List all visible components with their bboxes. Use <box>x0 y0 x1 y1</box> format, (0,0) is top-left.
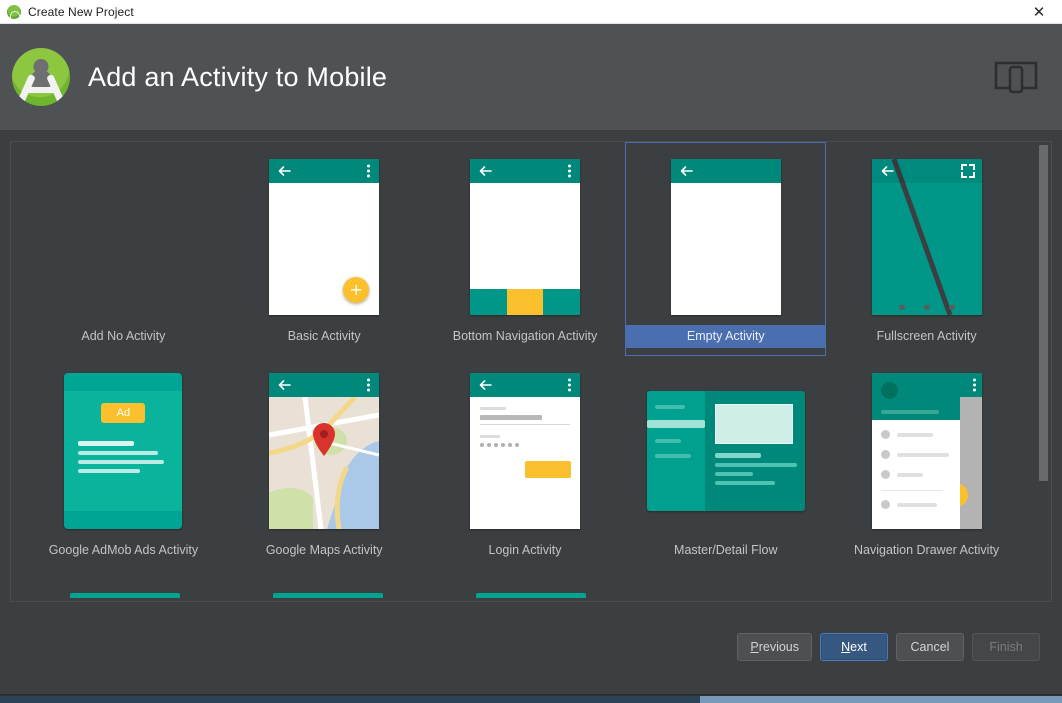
template-label: Fullscreen Activity <box>876 329 977 343</box>
window-title-bar: Create New Project ✕ <box>0 0 1062 24</box>
template-add-no-activity[interactable]: Add No Activity <box>23 142 224 356</box>
template-navigation-drawer-activity[interactable]: Navigation Drawer Activity <box>826 356 1027 570</box>
template-bottom-navigation-activity[interactable]: Bottom Navigation Activity <box>425 142 626 356</box>
horizontal-scrollbar[interactable] <box>0 694 1062 703</box>
window-title: Create New Project <box>28 4 134 19</box>
back-arrow-icon <box>278 166 291 176</box>
back-arrow-icon <box>881 166 894 176</box>
email-field-value <box>479 415 542 420</box>
android-studio-logo <box>12 48 70 106</box>
dialog-body: Add No Activity + Basic Activity Bottom … <box>0 131 1062 703</box>
previous-button[interactable]: Previous <box>737 633 812 661</box>
overflow-menu-icon <box>367 378 371 392</box>
thumbnail-empty <box>626 149 825 325</box>
template-label: Basic Activity <box>287 329 361 343</box>
detail-text-lines <box>714 453 797 490</box>
template-empty-activity[interactable]: Empty Activity <box>625 142 827 356</box>
master-list-pane <box>646 391 705 511</box>
close-icon[interactable]: ✕ <box>1016 0 1062 24</box>
android-studio-icon <box>7 4 21 19</box>
thumbnail-maps <box>225 363 424 539</box>
template-grid: Add No Activity + Basic Activity Bottom … <box>11 142 1039 570</box>
ad-badge: Ad <box>101 403 146 423</box>
template-label: Navigation Drawer Activity <box>853 543 1000 557</box>
template-gallery[interactable]: Add No Activity + Basic Activity Bottom … <box>10 141 1052 602</box>
template-label: Master/Detail Flow <box>674 543 778 557</box>
floating-action-button-icon: + <box>343 277 370 303</box>
thumbnail-fullscreen <box>827 149 1026 325</box>
avatar <box>880 382 898 399</box>
finish-button: Finish <box>972 633 1040 661</box>
navigation-drawer-pane <box>871 373 960 529</box>
dialog-header: Add an Activity to Mobile <box>0 24 1062 131</box>
detail-image-placeholder <box>714 404 793 444</box>
fullscreen-expand-icon <box>960 164 975 178</box>
dialog-footer: Previous Next Cancel Finish <box>0 600 1062 694</box>
back-arrow-icon <box>278 380 291 390</box>
template-google-maps-activity[interactable]: Google Maps Activity <box>224 356 425 570</box>
map-preview <box>269 397 380 529</box>
overflow-menu-icon <box>567 378 571 392</box>
template-basic-activity[interactable]: + Basic Activity <box>224 142 425 356</box>
template-google-admob-ads-activity[interactable]: Ad Google AdMob Ads Activity <box>23 356 224 570</box>
thumbnail-login <box>426 363 625 539</box>
page-dots-decoration <box>898 305 955 310</box>
back-arrow-icon <box>680 166 693 176</box>
email-field-label <box>479 407 506 410</box>
overflow-menu-icon <box>972 378 976 392</box>
vertical-scrollbar-thumb[interactable] <box>1039 145 1048 481</box>
mobile-device-icon <box>994 61 1038 94</box>
thumbnail-bottomnav <box>426 149 625 325</box>
template-label: Login Activity <box>488 543 562 557</box>
template-label: Bottom Navigation Activity <box>452 329 598 343</box>
thumbnail-admob: Ad <box>24 363 223 539</box>
template-label: Google Maps Activity <box>265 543 383 557</box>
cancel-button[interactable]: Cancel <box>896 633 964 661</box>
template-label: Add No Activity <box>81 329 166 343</box>
back-arrow-icon <box>479 380 492 390</box>
content-lines <box>78 441 165 478</box>
horizontal-scrollbar-thumb[interactable] <box>700 696 1062 703</box>
next-button[interactable]: Next <box>820 633 888 661</box>
overflow-menu-icon <box>367 164 371 178</box>
thumbnail-navdrawer <box>827 363 1026 539</box>
thumbnail-basic: + <box>225 149 424 325</box>
template-fullscreen-activity[interactable]: Fullscreen Activity <box>826 142 1027 356</box>
template-master-detail-flow[interactable]: Master/Detail Flow <box>625 356 826 570</box>
thumbnail-masterdetail <box>626 363 825 539</box>
vertical-scrollbar[interactable] <box>1038 145 1048 600</box>
template-login-activity[interactable]: Login Activity <box>425 356 626 570</box>
password-field-value <box>479 443 519 447</box>
page-title: Add an Activity to Mobile <box>88 61 388 92</box>
template-label: Google AdMob Ads Activity <box>48 543 199 557</box>
password-field-label <box>479 435 500 438</box>
thumbnail-none <box>24 149 223 325</box>
overflow-menu-icon <box>567 164 571 178</box>
template-label-selected: Empty Activity <box>626 325 826 348</box>
back-arrow-icon <box>479 166 492 176</box>
bottom-navigation-bar <box>469 289 580 315</box>
